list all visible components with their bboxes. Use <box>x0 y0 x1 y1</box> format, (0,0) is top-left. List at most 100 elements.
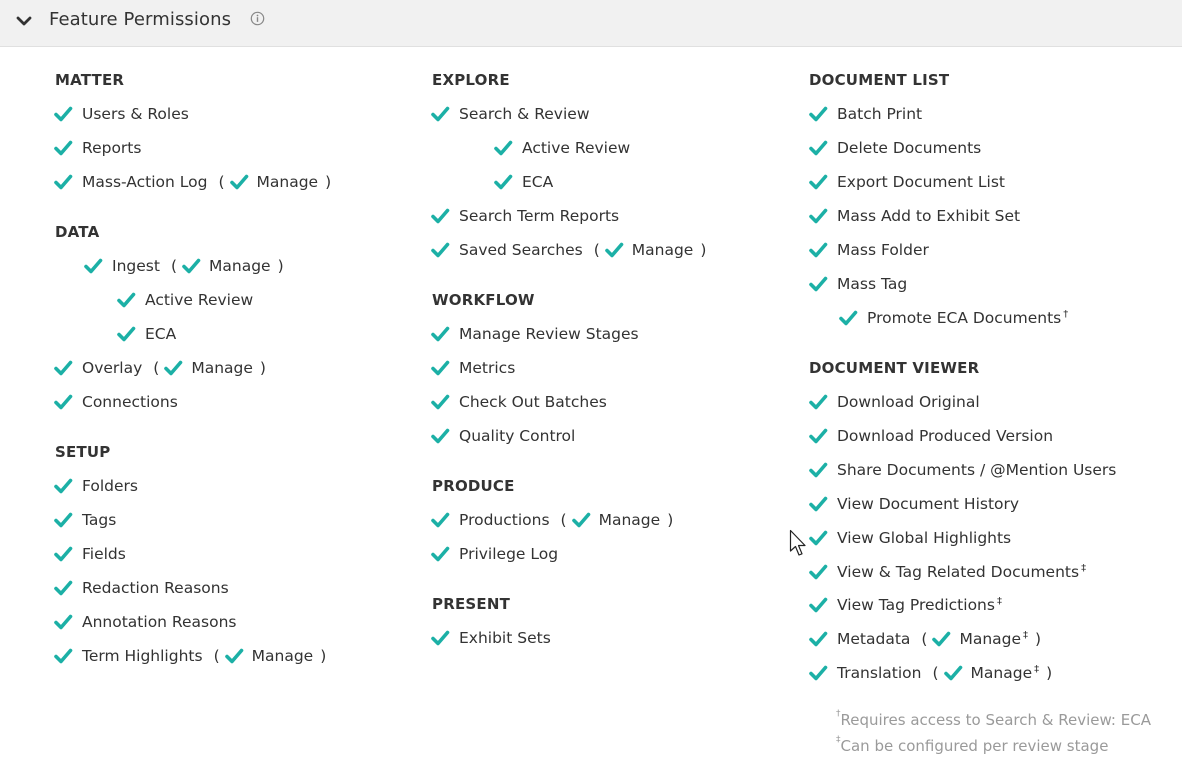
permission-ingest-eca[interactable]: ECA <box>116 322 176 346</box>
check-icon[interactable] <box>53 476 73 496</box>
permission-reports[interactable]: Reports <box>53 136 141 160</box>
permission-annotation-reasons[interactable]: Annotation Reasons <box>53 610 237 634</box>
check-icon[interactable] <box>808 206 828 226</box>
check-icon[interactable] <box>493 172 513 192</box>
check-icon[interactable] <box>430 628 450 648</box>
check-icon[interactable] <box>808 392 828 412</box>
check-icon[interactable] <box>430 510 450 530</box>
manage-check-icon[interactable] <box>571 510 591 530</box>
permission-fields[interactable]: Fields <box>53 542 126 566</box>
permission-ingest-active-review[interactable]: Active Review <box>116 288 253 312</box>
check-icon[interactable] <box>430 104 450 124</box>
check-icon[interactable] <box>808 562 828 582</box>
check-icon[interactable] <box>838 308 858 328</box>
check-icon[interactable] <box>430 544 450 564</box>
permission-delete-documents[interactable]: Delete Documents <box>808 136 981 160</box>
permission-batch-print[interactable]: Batch Print <box>808 102 922 126</box>
permission-label: ECA <box>145 325 177 343</box>
permission-view-tag-related-documents[interactable]: View & Tag Related Documents ‡ <box>808 560 1086 584</box>
check-icon[interactable] <box>808 274 828 294</box>
check-icon[interactable] <box>53 138 73 158</box>
permission-search-active-review[interactable]: Active Review <box>493 136 630 160</box>
permission-view-tag-predictions[interactable]: View Tag Predictions ‡ <box>808 593 1002 617</box>
permission-label: Reports <box>82 139 142 157</box>
check-icon[interactable] <box>53 172 73 192</box>
manage-check-icon[interactable] <box>224 646 244 666</box>
permission-mass-action-log[interactable]: Mass-Action Log ( Manage ) <box>53 170 331 194</box>
check-icon[interactable] <box>83 256 103 276</box>
check-icon[interactable] <box>808 240 828 260</box>
check-icon[interactable] <box>430 324 450 344</box>
permission-download-produced-version[interactable]: Download Produced Version <box>808 424 1053 448</box>
check-icon[interactable] <box>808 494 828 514</box>
permission-export-document-list[interactable]: Export Document List <box>808 170 1005 194</box>
check-icon[interactable] <box>808 172 828 192</box>
permission-exhibit-sets[interactable]: Exhibit Sets <box>430 626 551 650</box>
permission-metrics[interactable]: Metrics <box>430 356 515 380</box>
permission-tags[interactable]: Tags <box>53 508 116 532</box>
permission-share-documents[interactable]: Share Documents / @Mention Users <box>808 458 1116 482</box>
check-icon[interactable] <box>53 544 73 564</box>
manage-check-icon[interactable] <box>604 240 624 260</box>
check-icon[interactable] <box>808 460 828 480</box>
permission-search-eca[interactable]: ECA <box>493 170 553 194</box>
footnote-double-dagger: ‡Can be configured per review stage <box>836 732 1151 758</box>
check-icon[interactable] <box>808 426 828 446</box>
check-icon[interactable] <box>53 510 73 530</box>
check-icon[interactable] <box>430 206 450 226</box>
manage-check-icon[interactable] <box>931 629 951 649</box>
permission-check-out-batches[interactable]: Check Out Batches <box>430 390 607 414</box>
check-icon[interactable] <box>430 426 450 446</box>
chevron-down-icon[interactable] <box>15 12 33 30</box>
permission-saved-searches[interactable]: Saved Searches ( Manage ) <box>430 238 706 262</box>
info-circle-icon[interactable] <box>250 11 265 26</box>
permission-translation[interactable]: Translation ( Manage ‡ ) <box>808 661 1052 685</box>
feature-permissions-header[interactable]: Feature Permissions <box>0 0 1182 47</box>
permission-productions[interactable]: Productions ( Manage ) <box>430 508 673 532</box>
check-icon[interactable] <box>53 578 73 598</box>
permission-manage-review-stages[interactable]: Manage Review Stages <box>430 322 639 346</box>
permission-ingest[interactable]: Ingest ( Manage ) <box>83 254 284 278</box>
manage-check-icon[interactable] <box>163 358 183 378</box>
check-icon[interactable] <box>53 104 73 124</box>
permission-folders[interactable]: Folders <box>53 474 138 498</box>
manage-check-icon[interactable] <box>181 256 201 276</box>
check-icon[interactable] <box>116 290 136 310</box>
permission-mass-tag[interactable]: Mass Tag <box>808 272 907 296</box>
check-icon[interactable] <box>493 138 513 158</box>
permission-term-highlights[interactable]: Term Highlights ( Manage ) <box>53 644 326 668</box>
permission-redaction-reasons[interactable]: Redaction Reasons <box>53 576 229 600</box>
permission-mass-folder[interactable]: Mass Folder <box>808 238 929 262</box>
check-icon[interactable] <box>430 392 450 412</box>
permission-metadata[interactable]: Metadata ( Manage ‡ ) <box>808 627 1041 651</box>
check-icon[interactable] <box>53 392 73 412</box>
permission-privilege-log[interactable]: Privilege Log <box>430 542 558 566</box>
check-icon[interactable] <box>430 240 450 260</box>
permission-download-original[interactable]: Download Original <box>808 390 980 414</box>
permission-mass-add-exhibit-set[interactable]: Mass Add to Exhibit Set <box>808 204 1020 228</box>
permission-overlay[interactable]: Overlay ( Manage ) <box>53 356 266 380</box>
check-icon[interactable] <box>808 595 828 615</box>
check-icon[interactable] <box>808 629 828 649</box>
check-icon[interactable] <box>430 358 450 378</box>
check-icon[interactable] <box>116 324 136 344</box>
check-icon[interactable] <box>53 612 73 632</box>
permission-search-term-reports[interactable]: Search Term Reports <box>430 204 619 228</box>
permission-users-roles[interactable]: Users & Roles <box>53 102 189 126</box>
check-icon[interactable] <box>53 358 73 378</box>
permission-promote-eca-documents[interactable]: Promote ECA Documents † <box>838 306 1068 330</box>
check-icon[interactable] <box>808 528 828 548</box>
double-dagger-marker: ‡ <box>1081 562 1087 574</box>
manage-check-icon[interactable] <box>229 172 249 192</box>
permission-connections[interactable]: Connections <box>53 390 178 414</box>
check-icon[interactable] <box>808 104 828 124</box>
permission-search-review[interactable]: Search & Review <box>430 102 590 126</box>
manage-check-icon[interactable] <box>943 663 963 683</box>
check-icon[interactable] <box>808 138 828 158</box>
check-icon[interactable] <box>53 646 73 666</box>
paren-close: ) <box>277 257 284 275</box>
permission-view-document-history[interactable]: View Document History <box>808 492 1019 516</box>
permission-view-global-highlights[interactable]: View Global Highlights <box>808 526 1011 550</box>
permission-quality-control[interactable]: Quality Control <box>430 424 575 448</box>
check-icon[interactable] <box>808 663 828 683</box>
